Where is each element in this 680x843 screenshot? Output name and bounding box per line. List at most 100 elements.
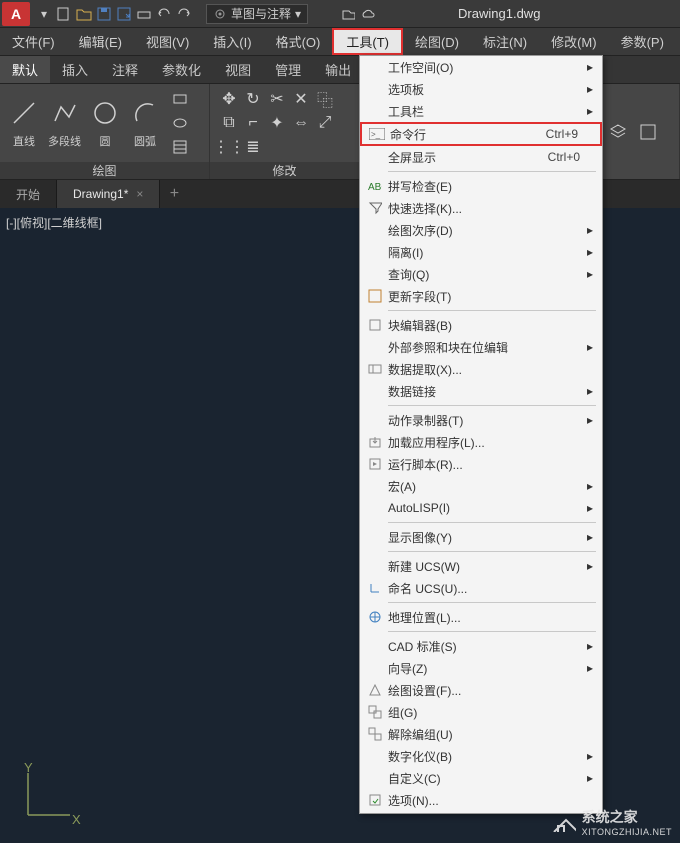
viewport-label[interactable]: [-][俯视][二维线框] — [6, 214, 102, 231]
add-tab-icon[interactable]: + — [160, 185, 188, 203]
save-icon[interactable] — [94, 4, 114, 24]
rotate-icon[interactable]: ↻ — [242, 88, 264, 110]
ribbon-tab-default[interactable]: 默认 — [0, 56, 50, 83]
doc-tab-start[interactable]: 开始 — [0, 180, 57, 208]
menu-item-inquiry[interactable]: 查询(Q)▸ — [360, 263, 602, 285]
menu-item-autolisp[interactable]: AutoLISP(I)▸ — [360, 497, 602, 519]
menu-item-ungroup[interactable]: 解除编组(U) — [360, 723, 602, 745]
menu-item-datalinks[interactable]: 数据链接▸ — [360, 380, 602, 402]
chevron-down-icon: ▾ — [295, 7, 301, 21]
array-icon[interactable]: ⋮⋮ — [218, 136, 240, 158]
copy-icon[interactable]: ⿻ — [314, 88, 336, 110]
menu-item-newucs[interactable]: 新建 UCS(W)▸ — [360, 555, 602, 577]
spellcheck-icon: ABC — [362, 179, 388, 193]
menu-item-loadapp[interactable]: 加载应用程序(L)... — [360, 431, 602, 453]
explode-icon[interactable]: ✦ — [266, 112, 288, 134]
ucs-icon — [362, 581, 388, 595]
menu-draw[interactable]: 绘图(D) — [403, 28, 471, 55]
menu-item-displayimage[interactable]: 显示图像(Y)▸ — [360, 526, 602, 548]
menu-view[interactable]: 视图(V) — [134, 28, 201, 55]
menu-separator — [388, 551, 596, 552]
qat-share-icon[interactable] — [338, 4, 358, 24]
ribbon-tab-manage[interactable]: 管理 — [263, 56, 313, 83]
qat-dropdown-icon[interactable]: ▾ — [34, 4, 54, 24]
menu-separator — [388, 631, 596, 632]
saveas-icon[interactable] — [114, 4, 134, 24]
menu-item-geolocation[interactable]: 地理位置(L)... — [360, 606, 602, 628]
ribbon-tab-insert[interactable]: 插入 — [50, 56, 100, 83]
ribbon-tab-parametric[interactable]: 参数化 — [150, 56, 213, 83]
trim-icon[interactable]: ✂ — [266, 88, 288, 110]
rectangle-icon[interactable] — [169, 88, 191, 110]
menu-item-isolate[interactable]: 隔离(I)▸ — [360, 241, 602, 263]
ribbon-panel-modify: ✥ ↻ ✂ ✕ ⿻ ⧉ ⌐ ✦ ⇔ ⤢ ⋮⋮ ≣ 修改 — [210, 84, 360, 179]
menu-item-blockeditor[interactable]: 块编辑器(B) — [360, 314, 602, 336]
menu-edit[interactable]: 编辑(E) — [67, 28, 134, 55]
plot-icon[interactable] — [134, 4, 154, 24]
new-icon[interactable] — [54, 4, 74, 24]
circle-icon — [89, 97, 121, 129]
app-logo[interactable]: A — [2, 2, 30, 26]
ribbon-tab-annotate[interactable]: 注释 — [100, 56, 150, 83]
erase-icon[interactable]: ✕ — [290, 88, 312, 110]
menu-item-fullscreen[interactable]: 全屏显示Ctrl+0 — [360, 146, 602, 168]
tool-polyline[interactable]: 多段线 — [48, 97, 81, 149]
menu-item-namedUCS[interactable]: 命名 UCS(U)... — [360, 577, 602, 599]
stretch-icon[interactable]: ⇔ — [290, 112, 312, 134]
menu-item-customize[interactable]: 自定义(C)▸ — [360, 767, 602, 789]
options-icon — [362, 793, 388, 807]
menu-file[interactable]: 文件(F) — [0, 28, 67, 55]
redo-icon[interactable] — [174, 4, 194, 24]
tools-dropdown-menu: 工作空间(O)▸ 选项板▸ 工具栏▸ >_命令行Ctrl+9 全屏显示Ctrl+… — [359, 55, 603, 814]
workspace-label: 草图与注释 — [231, 5, 291, 22]
mirror-icon[interactable]: ⧉ — [218, 112, 240, 134]
menu-dimension[interactable]: 标注(N) — [471, 28, 539, 55]
workspace-dropdown[interactable]: 草图与注释 ▾ — [206, 4, 308, 24]
menu-item-toolbars[interactable]: 工具栏▸ — [360, 100, 602, 122]
menu-insert[interactable]: 插入(I) — [201, 28, 263, 55]
fillet-icon[interactable]: ⌐ — [242, 112, 264, 134]
loadapp-icon — [362, 435, 388, 449]
menu-item-spellcheck[interactable]: ABC拼写检查(E) — [360, 175, 602, 197]
menu-item-wizards[interactable]: 向导(Z)▸ — [360, 657, 602, 679]
menu-item-workspace[interactable]: 工作空间(O)▸ — [360, 56, 602, 78]
ellipse-icon[interactable] — [169, 112, 191, 134]
menu-item-palettes[interactable]: 选项板▸ — [360, 78, 602, 100]
hatch-icon[interactable] — [169, 136, 191, 158]
menu-tools[interactable]: 工具(T) — [332, 28, 403, 55]
menu-item-runscript[interactable]: 运行脚本(R)... — [360, 453, 602, 475]
menu-item-macro[interactable]: 宏(A)▸ — [360, 475, 602, 497]
undo-icon[interactable] — [154, 4, 174, 24]
move-icon[interactable]: ✥ — [218, 88, 240, 110]
line-icon — [8, 97, 40, 129]
offset-icon[interactable]: ≣ — [242, 136, 264, 158]
menu-item-actionrecorder[interactable]: 动作录制器(T)▸ — [360, 409, 602, 431]
svg-text:ABC: ABC — [368, 182, 382, 193]
menu-modify[interactable]: 修改(M) — [539, 28, 609, 55]
menu-item-draftingsettings[interactable]: 绘图设置(F)... — [360, 679, 602, 701]
menu-item-group[interactable]: 组(G) — [360, 701, 602, 723]
menu-item-cadstandards[interactable]: CAD 标准(S)▸ — [360, 635, 602, 657]
properties-icon[interactable] — [637, 121, 659, 143]
qat-cloud-icon[interactable] — [358, 4, 378, 24]
menu-item-draworder[interactable]: 绘图次序(D)▸ — [360, 219, 602, 241]
menu-item-commandline[interactable]: >_命令行Ctrl+9 — [360, 122, 602, 146]
menu-item-tablet[interactable]: 数字化仪(B)▸ — [360, 745, 602, 767]
ribbon-tab-output[interactable]: 输出 — [313, 56, 363, 83]
close-icon[interactable]: × — [136, 187, 143, 201]
menu-parameters[interactable]: 参数(P) — [609, 28, 676, 55]
tool-arc[interactable]: 圆弧 — [129, 97, 161, 149]
menu-item-updatefields[interactable]: 更新字段(T) — [360, 285, 602, 307]
menu-bar: 文件(F) 编辑(E) 视图(V) 插入(I) 格式(O) 工具(T) 绘图(D… — [0, 28, 680, 56]
doc-tab-current[interactable]: Drawing1* × — [57, 180, 160, 208]
menu-item-xrefblock[interactable]: 外部参照和块在位编辑▸ — [360, 336, 602, 358]
ribbon-tab-view[interactable]: 视图 — [213, 56, 263, 83]
open-icon[interactable] — [74, 4, 94, 24]
scale-icon[interactable]: ⤢ — [314, 112, 336, 134]
tool-circle[interactable]: 圆 — [89, 97, 121, 149]
menu-item-quickselect[interactable]: 快速选择(K)... — [360, 197, 602, 219]
menu-item-dataextraction[interactable]: 数据提取(X)... — [360, 358, 602, 380]
menu-format[interactable]: 格式(O) — [264, 28, 333, 55]
layer-icon[interactable] — [607, 121, 629, 143]
tool-line[interactable]: 直线 — [8, 97, 40, 149]
